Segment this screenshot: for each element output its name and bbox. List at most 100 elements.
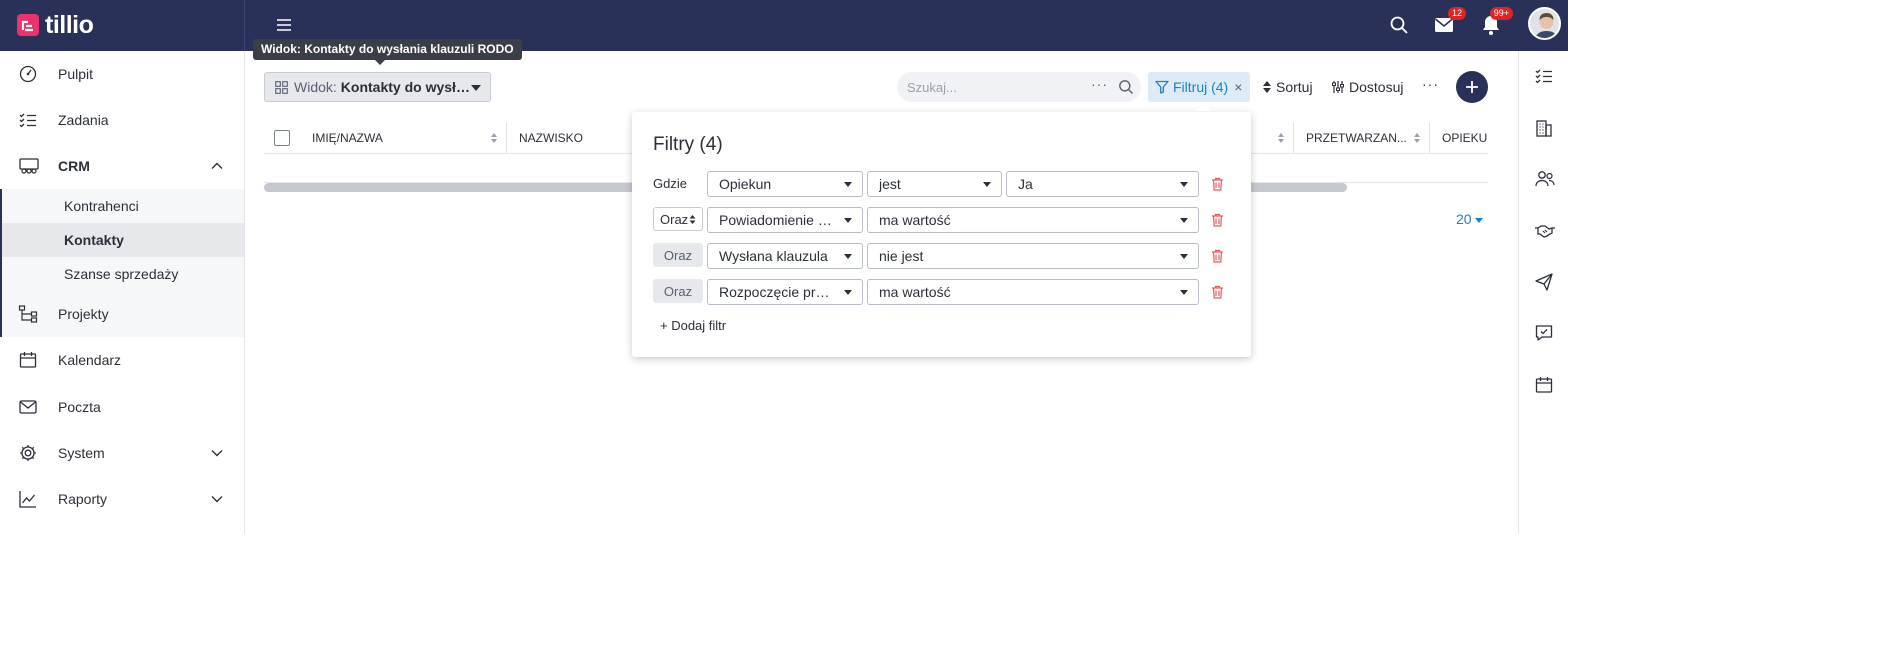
- trash-icon[interactable]: [1211, 285, 1224, 299]
- caret-down-icon: [471, 85, 481, 91]
- app-name: tillio: [45, 10, 94, 39]
- crm-icon: [18, 156, 39, 176]
- app-logo[interactable]: tillio: [17, 10, 94, 39]
- column-header-hidden[interactable]: [1249, 122, 1294, 154]
- column-header-opiekun[interactable]: OPIEKUN: [1430, 122, 1488, 154]
- caret-down-icon: [983, 182, 991, 187]
- envelope-icon: [18, 397, 38, 417]
- column-header-przetwarzanie[interactable]: PRZETWARZAN...: [1294, 122, 1430, 154]
- sidebar-item-system[interactable]: System: [0, 430, 244, 476]
- sliders-icon: [1331, 80, 1345, 94]
- filter-operator-select[interactable]: jest: [867, 171, 1002, 197]
- filter-operator-value: nie jest: [879, 248, 924, 264]
- filter-field-select[interactable]: Rozpoczęcie prze...: [707, 279, 863, 305]
- column-label: IMIĘ/NAZWA: [312, 131, 383, 145]
- filter-connector-tag: Oraz: [653, 279, 703, 303]
- filter-connector-select[interactable]: Oraz: [653, 207, 703, 231]
- filter-operator-select[interactable]: nie jest: [867, 243, 1199, 269]
- sidebar-item-kontrahenci[interactable]: Kontrahenci: [2, 189, 244, 223]
- sort-button[interactable]: Sortuj: [1262, 72, 1313, 102]
- right-rail: [1518, 51, 1568, 534]
- sort-label: Sortuj: [1276, 79, 1313, 95]
- updown-icon: [689, 214, 696, 225]
- sort-icon[interactable]: [1413, 131, 1421, 145]
- page-size-value: 20: [1456, 211, 1472, 227]
- select-all-checkbox[interactable]: [274, 130, 290, 146]
- calendar-icon: [18, 350, 38, 370]
- sort-icon[interactable]: [490, 131, 498, 145]
- task-list-icon: [18, 110, 38, 130]
- view-prefix: Widok:: [294, 79, 337, 95]
- caret-down-icon: [844, 290, 852, 295]
- gear-icon: [18, 443, 38, 463]
- trash-icon[interactable]: [1211, 213, 1224, 227]
- sidebar-item-zadania[interactable]: Zadania: [0, 97, 244, 143]
- filter-field-select[interactable]: Wysłana klauzula: [707, 243, 863, 269]
- sidebar-item-label: CRM: [58, 158, 90, 174]
- sidebar-item-label: Poczta: [58, 399, 101, 415]
- view-selector[interactable]: Widok: Kontakty do wysłania klauzuli ROD…: [264, 72, 491, 102]
- building-icon[interactable]: [1534, 118, 1554, 138]
- customize-button[interactable]: Dostosuj: [1331, 72, 1403, 102]
- sidebar-item-crm[interactable]: CRM: [0, 143, 244, 189]
- add-filter-button[interactable]: + Dodaj filtr: [660, 318, 726, 333]
- page-size-selector[interactable]: 20: [1456, 211, 1483, 227]
- view-tooltip: Widok: Kontakty do wysłania klauzuli ROD…: [253, 39, 522, 65]
- filter-button[interactable]: Filtruj (4) ×: [1148, 72, 1250, 111]
- caret-down-icon: [844, 182, 852, 187]
- filter-connector: Gdzie: [653, 176, 687, 191]
- mail-icon[interactable]: 12: [1432, 7, 1466, 37]
- handshake-icon[interactable]: [1534, 221, 1555, 241]
- sidebar-item-raporty[interactable]: Raporty: [0, 476, 244, 522]
- sidebar-item-label: Projekty: [58, 306, 109, 322]
- caret-down-icon: [1474, 217, 1483, 223]
- project-tree-icon: [18, 304, 38, 324]
- search-box: ···: [897, 72, 1141, 102]
- filter-field-value: Powiadomienie o ...: [719, 212, 842, 228]
- filter-operator-select[interactable]: ma wartość: [867, 279, 1199, 305]
- filter-operator-value: ma wartość: [879, 212, 951, 228]
- close-icon[interactable]: ×: [1234, 79, 1242, 95]
- column-header-imie[interactable]: IMIĘ/NAZWA: [300, 122, 507, 154]
- trash-icon[interactable]: [1211, 249, 1224, 263]
- customize-label: Dostosuj: [1349, 79, 1404, 95]
- sidebar-item-kalendarz[interactable]: Kalendarz: [0, 337, 244, 383]
- divider: [244, 0, 245, 51]
- search-icon[interactable]: [1387, 13, 1411, 37]
- sort-icon[interactable]: [1277, 131, 1285, 145]
- notifications-badge: 99+: [1489, 7, 1513, 20]
- filter-field-select[interactable]: Powiadomienie o ...: [707, 207, 863, 233]
- search-icon[interactable]: [1118, 79, 1134, 95]
- avatar[interactable]: [1528, 7, 1561, 40]
- sidebar-item-szanse-sprzedazy[interactable]: Szanse sprzedaży: [2, 257, 244, 291]
- filter-operator-value: jest: [879, 176, 901, 192]
- dashboard-icon: [18, 64, 38, 84]
- search-input[interactable]: [907, 79, 1087, 95]
- line-chart-icon: [18, 489, 38, 509]
- more-options-icon[interactable]: ···: [1091, 76, 1108, 92]
- filter-field-select[interactable]: Opiekun: [707, 171, 863, 197]
- trash-icon[interactable]: [1211, 177, 1224, 191]
- column-header-nazwisko[interactable]: NAZWISKO: [507, 122, 637, 154]
- filter-row: Gdzie Opiekun jest Ja: [653, 171, 1253, 197]
- filter-panel: Filtry (4) Gdzie Opiekun jest Ja Oraz Po…: [632, 112, 1251, 357]
- filter-value-select[interactable]: Ja: [1006, 171, 1199, 197]
- calendar-icon[interactable]: [1534, 375, 1554, 395]
- filter-operator-select[interactable]: ma wartość: [867, 207, 1199, 233]
- contacts-icon[interactable]: [1534, 169, 1555, 189]
- sidebar-item-projekty[interactable]: Projekty: [0, 291, 244, 337]
- task-list-icon[interactable]: [1534, 66, 1554, 86]
- sidebar-item-pulpit[interactable]: Pulpit: [0, 51, 244, 97]
- filter-row: Oraz Wysłana klauzula nie jest: [653, 243, 1253, 269]
- sidebar-item-kontakty[interactable]: Kontakty: [2, 223, 244, 257]
- sidebar-item-poczta[interactable]: Poczta: [0, 384, 244, 430]
- column-label: NAZWISKO: [519, 131, 584, 145]
- send-icon[interactable]: [1534, 272, 1554, 292]
- menu-icon[interactable]: [274, 15, 294, 35]
- add-button[interactable]: [1456, 71, 1488, 103]
- more-options-icon[interactable]: ···: [1422, 76, 1439, 92]
- sidebar-item-label: Zadania: [58, 112, 109, 128]
- chat-check-icon[interactable]: [1534, 323, 1554, 343]
- bell-icon[interactable]: 99+: [1479, 7, 1513, 37]
- caret-down-icon: [1180, 218, 1188, 223]
